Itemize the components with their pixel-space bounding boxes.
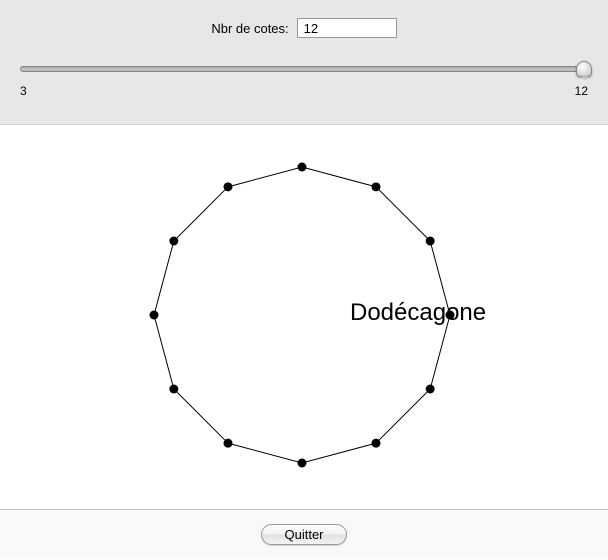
sides-input[interactable] — [297, 18, 397, 38]
sides-slider[interactable] — [20, 58, 588, 82]
slider-container: 3 12 — [0, 58, 608, 98]
polygon-canvas: Dodécagone — [0, 125, 608, 509]
quit-button[interactable]: Quitter — [261, 524, 346, 545]
controls-panel: Nbr de cotes: 3 12 — [0, 0, 608, 125]
slider-thumb[interactable] — [576, 61, 592, 77]
slider-labels: 3 12 — [20, 84, 588, 98]
polygon-vertex — [298, 163, 307, 172]
polygon-vertex — [426, 237, 435, 246]
polygon-vertex — [169, 385, 178, 394]
sides-label: Nbr de cotes: — [211, 21, 288, 36]
polygon-vertex — [150, 311, 159, 320]
polygon-svg — [0, 125, 608, 509]
slider-track — [20, 66, 588, 72]
polygon-name-label: Dodécagone — [350, 299, 486, 327]
polygon-vertex — [224, 182, 233, 191]
polygon-vertex — [372, 439, 381, 448]
footer-bar: Quitter — [0, 509, 608, 559]
polygon-vertex — [224, 439, 233, 448]
polygon-vertex — [298, 459, 307, 468]
polygon-vertex — [426, 385, 435, 394]
polygon-vertex — [372, 182, 381, 191]
slider-min-label: 3 — [20, 84, 27, 98]
polygon-vertex — [169, 237, 178, 246]
slider-max-label: 12 — [575, 84, 588, 98]
sides-input-row: Nbr de cotes: — [0, 18, 608, 38]
